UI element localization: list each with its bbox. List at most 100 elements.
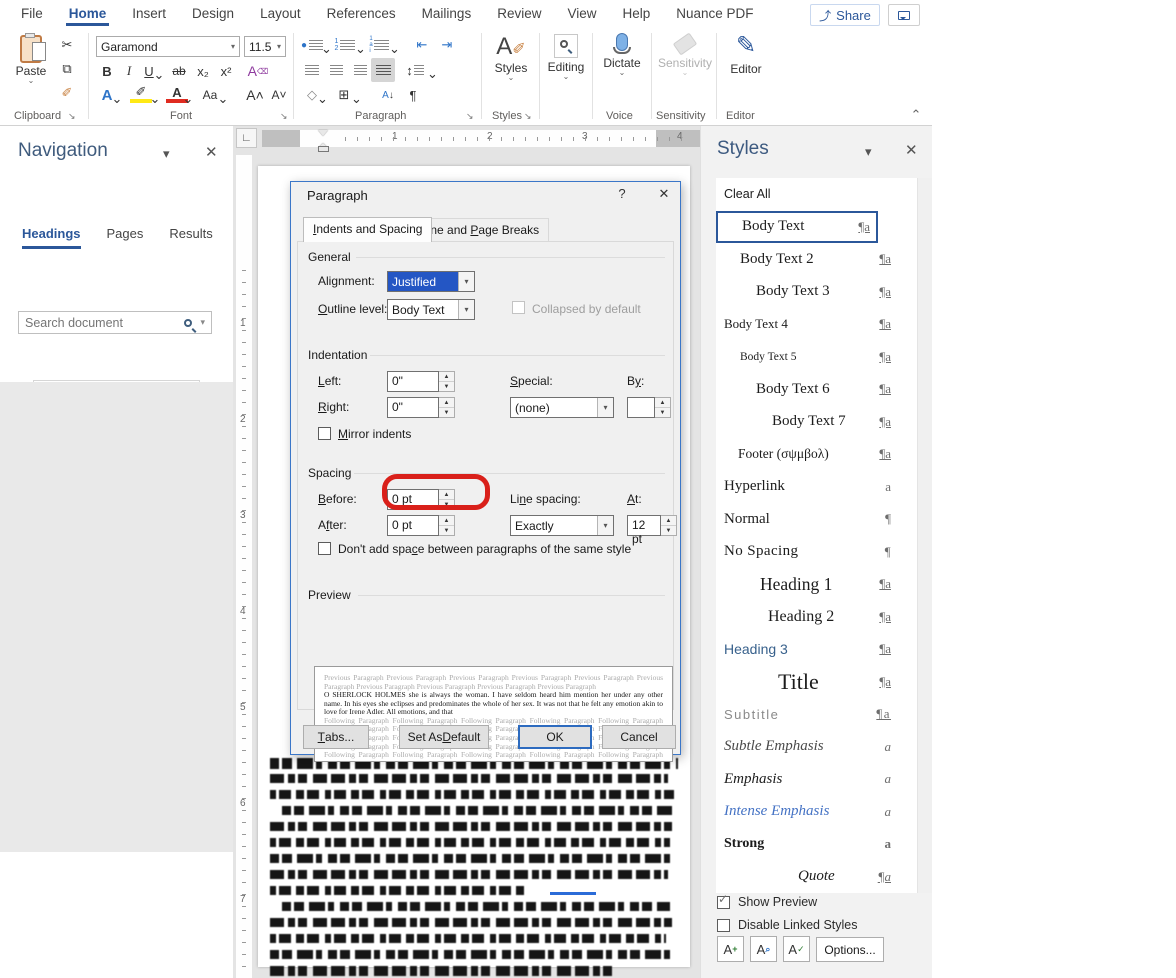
ok-button[interactable]: OK <box>518 725 592 749</box>
line-spacing-dropdown[interactable]: ⌄ <box>428 64 437 84</box>
style-item-subtle-emphasis[interactable]: Subtle Emphasisa <box>716 731 917 764</box>
indent-right-spinner[interactable]: 0"▲▼ <box>387 397 455 418</box>
styles-dropdown[interactable]: ⌄ <box>487 75 535 81</box>
align-right-button[interactable] <box>349 60 371 80</box>
new-style-button[interactable]: A+ <box>717 936 744 962</box>
spin-up-icon[interactable]: ▲ <box>661 516 676 526</box>
ribbon-tab-layout[interactable]: Layout <box>247 1 314 26</box>
navigation-menu-chevron[interactable]: ▾ <box>163 146 170 162</box>
style-item-heading-1[interactable]: Heading 1¶a <box>716 568 917 601</box>
superscript-button[interactable]: x² <box>215 61 237 81</box>
style-item-body-text-5[interactable]: Body Text 5¶a <box>716 341 917 374</box>
style-item-emphasis[interactable]: Emphasisa <box>716 763 917 796</box>
cut-button[interactable]: ✂ <box>56 35 78 55</box>
options-button[interactable]: Options... <box>816 937 884 962</box>
styles-pane-menu-chevron[interactable]: ▾ <box>865 144 872 160</box>
numbering-button[interactable]: 12 <box>334 35 356 55</box>
dictate-button[interactable]: Dictate ⌄ <box>597 33 647 76</box>
style-item-title[interactable]: Title¶a <box>716 666 917 699</box>
format-painter-button[interactable]: ✐ <box>56 83 78 103</box>
sort-button[interactable]: A↓ <box>377 85 399 105</box>
disable-linked-styles-row[interactable]: Disable Linked Styles <box>717 918 858 932</box>
spin-down-icon[interactable]: ▼ <box>655 408 670 417</box>
clipboard-dialog-launcher[interactable]: ↘ <box>68 111 76 122</box>
shading-dropdown[interactable]: ⌄ <box>318 89 327 109</box>
by-spinner[interactable]: ▲▼ <box>627 397 671 418</box>
copy-button[interactable]: ⧉ <box>56 59 78 79</box>
show-marks-button[interactable]: ¶ <box>402 85 424 105</box>
nav-tab-pages[interactable]: Pages <box>107 222 144 245</box>
paragraph-dialog-launcher[interactable]: ↘ <box>466 111 474 122</box>
spin-down-icon[interactable]: ▼ <box>439 382 454 391</box>
spin-up-icon[interactable]: ▲ <box>439 372 454 382</box>
bold-button[interactable]: B <box>96 61 118 81</box>
ribbon-tab-mailings[interactable]: Mailings <box>409 1 485 26</box>
align-left-button[interactable] <box>301 60 323 80</box>
spin-up-icon[interactable]: ▲ <box>655 398 670 408</box>
style-item-body-text-2[interactable]: Body Text 2¶a <box>716 243 917 276</box>
tabs-button[interactable]: Tabs... <box>303 725 369 749</box>
spin-up-icon[interactable]: ▲ <box>439 398 454 408</box>
indent-left-spinner[interactable]: 0"▲▼ <box>387 371 455 392</box>
multilevel-list-button[interactable]: 1ai <box>368 35 390 55</box>
style-item-heading-2[interactable]: Heading 2¶a <box>716 601 917 634</box>
shrink-font-button[interactable]: A˅ <box>268 85 290 105</box>
multilevel-dropdown[interactable]: ⌄ <box>390 39 399 59</box>
editing-dropdown[interactable]: ⌄ <box>543 74 589 80</box>
spin-down-icon[interactable]: ▼ <box>661 526 676 535</box>
editing-button[interactable]: Editing ⌄ <box>543 33 589 80</box>
style-item-body-text-4[interactable]: Body Text 4¶a <box>716 308 917 341</box>
ribbon-tab-review[interactable]: Review <box>484 1 554 26</box>
paragraph-dialog[interactable]: Paragraph ? ✕ Indents and Spacing Line a… <box>290 181 681 755</box>
dialog-help-button[interactable]: ? <box>609 186 635 206</box>
show-preview-row[interactable]: Show Preview <box>717 895 817 909</box>
font-size-combo[interactable]: 11.5▾ <box>244 36 286 57</box>
font-color-dropdown[interactable]: ⌄ <box>183 89 193 109</box>
grow-font-button[interactable]: A˄ <box>244 85 266 105</box>
increase-indent-button[interactable]: ⇥ <box>436 35 458 55</box>
after-spinner[interactable]: 0 pt▲▼ <box>387 515 455 536</box>
editor-button[interactable]: ✎ Editor <box>720 33 772 76</box>
spin-up-icon[interactable]: ▲ <box>439 516 454 526</box>
spin-down-icon[interactable]: ▼ <box>439 526 454 535</box>
underline-dropdown[interactable]: ⌄ <box>154 65 164 85</box>
style-item-clear-all[interactable]: Clear All <box>716 178 917 211</box>
share-button[interactable]: ⤴Share <box>810 4 880 26</box>
show-preview-checkbox[interactable] <box>717 896 730 909</box>
vertical-ruler[interactable]: 1234567 <box>236 155 252 978</box>
paste-button[interactable]: Paste ⌄ <box>10 33 52 84</box>
styles-button[interactable]: A✐ Styles ⌄ <box>487 33 535 81</box>
navigation-close-icon[interactable]: ✕ <box>205 143 218 161</box>
horizontal-ruler[interactable]: 1234 <box>262 130 700 147</box>
text-effects-dropdown[interactable]: ⌄ <box>112 89 122 109</box>
style-item-intense-emphasis[interactable]: Intense Emphasisa <box>716 796 917 829</box>
outline-level-combobox[interactable]: Body Text▾ <box>387 299 475 320</box>
styles-pane-close-icon[interactable]: ✕ <box>905 141 918 159</box>
nav-tab-headings[interactable]: Headings <box>22 222 81 245</box>
style-item-hyperlink[interactable]: Hyperlinka <box>716 471 917 504</box>
collapse-ribbon-button[interactable]: ⌃ <box>905 105 927 125</box>
ribbon-tab-file[interactable]: File <box>8 1 56 26</box>
styles-list-scrollbar[interactable] <box>917 178 932 893</box>
align-center-button[interactable] <box>325 60 347 80</box>
spin-down-icon[interactable]: ▼ <box>439 408 454 417</box>
style-item-strong[interactable]: Stronga <box>716 828 917 861</box>
ribbon-tab-references[interactable]: References <box>314 1 409 26</box>
font-name-combo[interactable]: Garamond▾ <box>96 36 240 57</box>
manage-styles-button[interactable]: A✓ <box>783 936 810 962</box>
ribbon-tab-help[interactable]: Help <box>610 1 664 26</box>
bullets-dropdown[interactable]: ⌄ <box>322 39 331 59</box>
ribbon-tab-insert[interactable]: Insert <box>119 1 179 26</box>
borders-dropdown[interactable]: ⌄ <box>352 89 361 109</box>
mirror-indents-checkbox[interactable] <box>318 427 331 440</box>
style-item-body-text-6[interactable]: Body Text 6¶a <box>716 373 917 406</box>
set-as-default-button[interactable]: Set As Default <box>399 725 489 749</box>
tab-stop-selector[interactable]: ∟ <box>236 128 257 148</box>
search-input[interactable]: Search document ▾ <box>18 311 212 334</box>
line-spacing-combobox[interactable]: Exactly▾ <box>510 515 614 536</box>
clear-formatting-button[interactable]: A⌫ <box>247 61 269 81</box>
style-item-body-text-7[interactable]: Body Text 7¶a <box>716 406 917 439</box>
nav-tab-results[interactable]: Results <box>169 222 212 245</box>
style-item-quote[interactable]: Quote¶a <box>716 861 917 894</box>
style-item-body-text[interactable]: Body Text¶a <box>716 211 878 244</box>
